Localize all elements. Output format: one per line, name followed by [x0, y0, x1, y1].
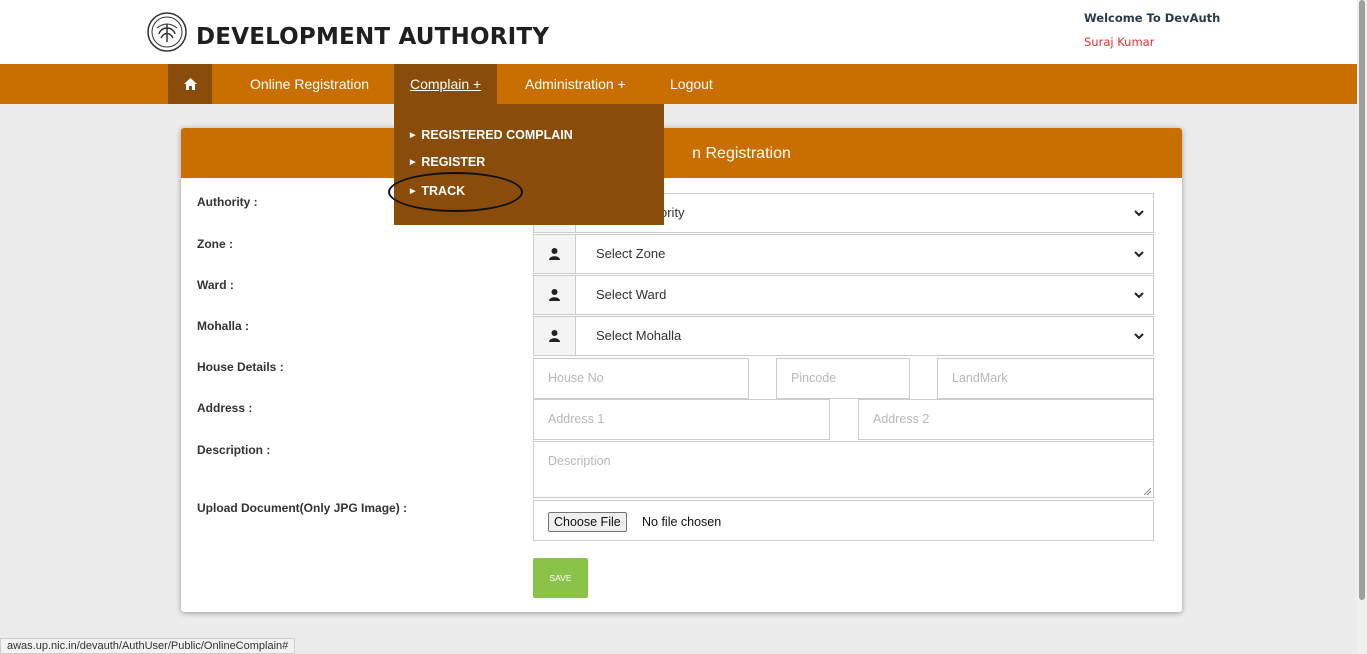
home-button[interactable]	[168, 64, 212, 104]
ward-select[interactable]: Select Ward	[533, 275, 1154, 315]
resize-handle-icon[interactable]	[1143, 487, 1151, 495]
zone-select[interactable]: Select Zone	[533, 234, 1154, 274]
site-title: DEVELOPMENT AUTHORITY	[196, 24, 550, 50]
vertical-scrollbar[interactable]	[1357, 0, 1367, 654]
user-name[interactable]: Suraj Kumar	[1084, 35, 1154, 49]
registration-card: n Registration Authority : Zone : Ward :…	[181, 128, 1182, 612]
chevron-down-icon	[1134, 333, 1144, 340]
caret-right-icon: ▶	[410, 131, 416, 139]
house-details-label: House Details :	[197, 360, 284, 374]
emblem-logo	[147, 12, 187, 52]
nav-logout[interactable]: Logout	[670, 64, 713, 104]
upload-field: Choose File No file chosen	[533, 500, 1154, 541]
save-button[interactable]: SAVE	[533, 558, 588, 598]
track-highlight-annotation	[388, 172, 523, 212]
address2-input[interactable]: Address 2	[858, 399, 1154, 440]
upload-label: Upload Document(Only JPG Image) :	[197, 501, 408, 515]
file-status: No file chosen	[642, 515, 722, 529]
address-label: Address :	[197, 401, 253, 415]
zone-label: Zone :	[197, 237, 233, 251]
main-navbar: Online Registration Complain + Administr…	[0, 64, 1357, 104]
status-bar-url: awas.up.nic.in/devauth/AuthUser/Public/O…	[0, 638, 296, 654]
caret-right-icon: ▶	[410, 158, 416, 166]
dropdown-item-register[interactable]: ▶ REGISTER	[410, 155, 485, 169]
scrollbar-thumb[interactable]	[1359, 0, 1365, 600]
nav-complain[interactable]: Complain +	[394, 64, 498, 104]
description-label: Description :	[197, 443, 271, 457]
choose-file-button[interactable]: Choose File	[548, 512, 627, 532]
pincode-input[interactable]: Pincode	[776, 358, 910, 399]
ward-label: Ward :	[197, 278, 234, 292]
nav-administration[interactable]: Administration +	[525, 64, 626, 104]
description-textarea[interactable]: Description	[533, 441, 1154, 498]
mohalla-select[interactable]: Select Mohalla	[533, 316, 1154, 356]
address1-input[interactable]: Address 1	[533, 399, 830, 440]
page-header: DEVELOPMENT AUTHORITY Welcome To DevAuth…	[0, 0, 1367, 64]
user-icon	[534, 235, 576, 273]
nav-online-registration[interactable]: Online Registration	[250, 64, 369, 104]
welcome-text: Welcome To DevAuth	[1084, 11, 1221, 25]
chevron-down-icon	[1134, 210, 1144, 217]
card-title: n Registration	[692, 145, 791, 162]
chevron-down-icon	[1134, 251, 1144, 258]
chevron-down-icon	[1134, 292, 1144, 299]
landmark-input[interactable]: LandMark	[937, 358, 1154, 399]
user-icon	[534, 276, 576, 314]
authority-label: Authority :	[197, 195, 258, 209]
user-icon	[534, 317, 576, 355]
dropdown-item-registered-complain[interactable]: ▶ REGISTERED COMPLAIN	[410, 128, 573, 142]
mohalla-label: Mohalla :	[197, 319, 250, 333]
house-no-input[interactable]: House No	[533, 358, 749, 399]
home-icon	[183, 78, 197, 90]
